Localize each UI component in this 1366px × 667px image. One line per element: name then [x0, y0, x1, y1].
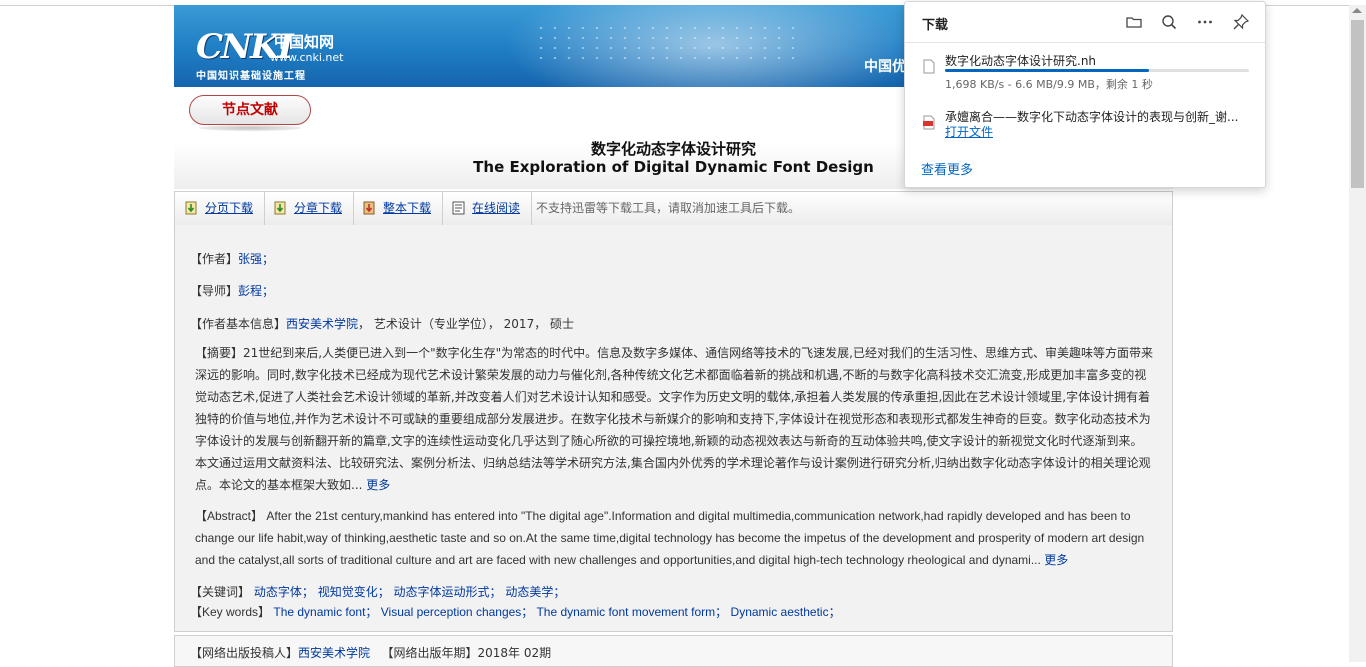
banner-dots	[534, 23, 794, 63]
author-row: 【作者】张强；	[190, 250, 274, 267]
downloads-title: 下载	[922, 18, 949, 33]
pin-icon[interactable]	[1231, 12, 1251, 32]
folder-icon[interactable]	[1124, 12, 1144, 32]
toolbar-note: 不支持迅雷等下载工具，请取消加速工具后下载。	[536, 201, 801, 215]
download-chapter-icon	[274, 201, 286, 215]
toolbar-download-page[interactable]: 分页下载	[175, 192, 265, 225]
author-label: 【作者】	[190, 252, 239, 266]
search-icon[interactable]	[1159, 12, 1179, 32]
basic-info-label: 【作者基本信息】	[190, 317, 287, 331]
abstract-en-label: 【Abstract】	[195, 509, 264, 523]
logo-sub-text: 中国知识基础设施工程	[196, 71, 306, 82]
abstract-cn-more-link[interactable]: 更多	[366, 478, 390, 492]
submitter-label: 【网络出版投稿人】	[190, 646, 299, 660]
keywords-en-row: 【Key words】 The dynamic font； Visual per…	[190, 603, 841, 620]
keyword-cn-link[interactable]: 动态美学；	[505, 585, 565, 599]
node-label: 节点文献	[189, 95, 311, 135]
downloads-actions	[1112, 12, 1251, 32]
toolbar-download-chapter-link[interactable]: 分章下载	[294, 192, 342, 225]
download-progress-bar	[945, 69, 1249, 72]
keyword-en-link[interactable]: The dynamic font；	[273, 605, 377, 619]
see-more-link[interactable]: 查看更多	[921, 159, 973, 178]
read-online-icon	[452, 201, 465, 215]
keywords-en-label: 【Key words】	[190, 605, 271, 619]
downloads-separator	[905, 42, 1265, 43]
download-book-icon	[363, 201, 375, 215]
institution-link[interactable]: 西安美术学院	[286, 317, 358, 331]
download-page-icon	[185, 201, 197, 215]
toolbar-download-book[interactable]: 整本下载	[353, 192, 443, 225]
abstract-en-text: After the 21st century,mankind has enter…	[195, 509, 1145, 567]
keyword-en-link[interactable]: Dynamic aesthetic；	[731, 605, 841, 619]
year-value: 2018年 02期	[477, 646, 552, 660]
basic-info-rest: ， 艺术设计（专业学位）， 2017， 硕士	[358, 317, 575, 331]
download-toolbar: 分页下载 分章下载 整本下载 在线阅读 不支持迅雷等下载工具，请取消加速工具后下…	[174, 191, 1173, 226]
scroll-up-arrow-icon[interactable]	[1352, 8, 1362, 13]
keyword-en-link[interactable]: The dynamic font movement form；	[536, 605, 727, 619]
download-item-status: 1,698 KB/s - 6.6 MB/9.9 MB，剩余 1 秒	[945, 78, 1153, 91]
abstract-cn: 【摘要】21世纪到来后,人类便已进入到一个"数字化生存"为常态的时代中。信息及数…	[195, 342, 1153, 496]
abstract-cn-label: 【摘要】	[195, 346, 244, 360]
year-label: 【网络出版年期】	[381, 646, 478, 660]
cnki-logo[interactable]: CNKI 中国知网 www.cnki.net 中国知识基础设施工程	[196, 27, 343, 82]
keyword-en-link[interactable]: Visual perception changes；	[381, 605, 534, 619]
mentor-label: 【导师】	[190, 284, 239, 298]
keyword-cn-link[interactable]: 视知觉变化；	[318, 585, 390, 599]
scrollbar-thumb[interactable]	[1351, 20, 1364, 188]
abstract-en-more-link[interactable]: 更多	[1044, 553, 1068, 567]
abstract-cn-text: 21世纪到来后,人类便已进入到一个"数字化生存"为常态的时代中。信息及数字多媒体…	[195, 346, 1153, 492]
toolbar-read-online[interactable]: 在线阅读	[442, 192, 532, 225]
pdf-file-icon	[923, 115, 935, 130]
logo-url-text: www.cnki.net	[270, 51, 344, 64]
download-progress-fill	[945, 69, 1149, 72]
toolbar-download-book-link[interactable]: 整本下载	[383, 192, 431, 225]
node-label-shadow	[199, 125, 301, 131]
mentor-link[interactable]: 彭程；	[238, 284, 274, 298]
publish-info: 【网络出版投稿人】西安美术学院 【网络出版年期】2018年 02期	[174, 635, 1173, 667]
keyword-cn-link[interactable]: 动态字体运动形式；	[394, 585, 502, 599]
toolbar-read-online-link[interactable]: 在线阅读	[472, 192, 520, 225]
more-icon[interactable]	[1195, 12, 1215, 32]
toolbar-download-page-link[interactable]: 分页下载	[205, 192, 253, 225]
keyword-cn-link[interactable]: 动态字体；	[254, 585, 314, 599]
keywords-cn-row: 【关键词】 动态字体； 视知觉变化； 动态字体运动形式； 动态美学；	[190, 583, 565, 600]
logo-cn-text: 中国知网	[274, 33, 335, 51]
submitter-link[interactable]: 西安美术学院	[298, 646, 370, 660]
mentor-row: 【导师】彭程；	[190, 282, 274, 299]
open-file-link[interactable]: 打开文件	[945, 123, 993, 140]
node-label-pill: 节点文献	[189, 95, 311, 125]
author-link[interactable]: 张强；	[238, 252, 274, 266]
toolbar-download-chapter[interactable]: 分章下载	[264, 192, 354, 225]
article-info: 【作者】张强； 【导师】彭程； 【作者基本信息】西安美术学院， 艺术设计（专业学…	[174, 225, 1173, 632]
author-basic-info-row: 【作者基本信息】西安美术学院， 艺术设计（专业学位）， 2017， 硕士	[190, 315, 574, 332]
download-item-name[interactable]: 数字化动态字体设计研究.nh	[945, 52, 1096, 69]
file-icon	[923, 59, 935, 74]
downloads-panel: 下载 数字化动态字体设计研究.nh 1,698 KB/s - 6.6 MB/9.…	[904, 1, 1266, 188]
abstract-en: 【Abstract】 After the 21st century,mankin…	[195, 505, 1153, 571]
keywords-cn-label: 【关键词】	[190, 585, 251, 599]
banner-right-text: 中国优	[864, 59, 906, 75]
publish-row: 【网络出版投稿人】西安美术学院 【网络出版年期】2018年 02期	[190, 644, 551, 661]
